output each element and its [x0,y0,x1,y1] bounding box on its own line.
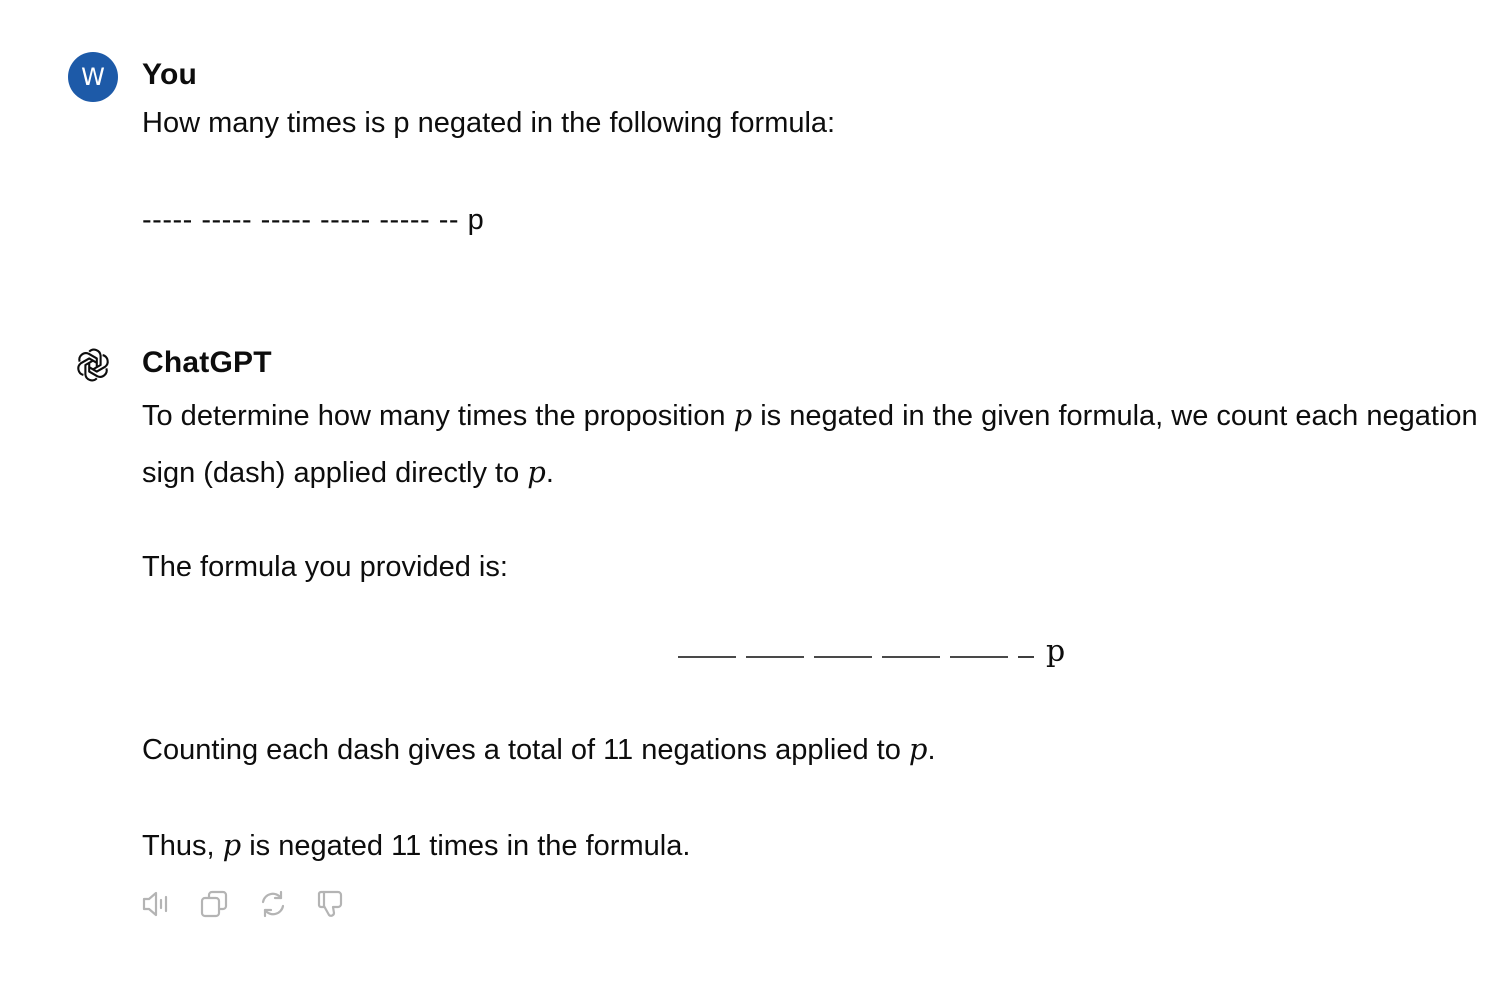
para4-text-a: Thus, [142,830,223,862]
regenerate-icon [261,890,285,918]
user-formula: ----- ----- ----- ----- ----- -- p [142,204,485,236]
math-var-p: p [733,398,753,432]
thumbs-down-icon [317,890,343,917]
display-formula: p [676,632,1076,682]
user-avatar: W [68,52,118,102]
message-action-bar [140,887,348,921]
chatgpt-logo-icon [74,346,112,384]
assistant-paragraph-3: Counting each dash gives a total of 11 n… [142,721,936,778]
assistant-paragraph-1: To determine how many times the proposit… [142,387,1492,501]
assistant-author-name: ChatGPT [142,346,272,379]
math-var-p: p [222,828,242,862]
display-formula-var: p [1046,634,1066,669]
para3-text-a: Counting each dash gives a total of 11 n… [142,734,909,766]
math-var-p: p [908,732,928,766]
copy-icon [200,890,228,918]
user-question: How many times is p negated in the follo… [142,107,836,139]
copy-button[interactable] [198,887,232,921]
speaker-icon [142,891,168,917]
assistant-paragraph-4: Thus, p is negated 11 times in the formu… [142,817,690,874]
regenerate-button[interactable] [256,887,290,921]
math-var-p: p [527,455,546,489]
user-author-name: You [142,58,198,91]
read-aloud-button[interactable] [140,887,174,921]
para3-text-b: . [927,734,936,766]
para1-text-c: . [545,457,554,489]
assistant-paragraph-2: The formula you provided is: [142,551,508,583]
thumbs-down-button[interactable] [314,887,348,921]
para1-text-a: To determine how many times the proposit… [142,400,734,432]
display-formula-dashes [678,656,1034,658]
para4-text-b: is negated 11 times in the formula. [241,830,691,862]
